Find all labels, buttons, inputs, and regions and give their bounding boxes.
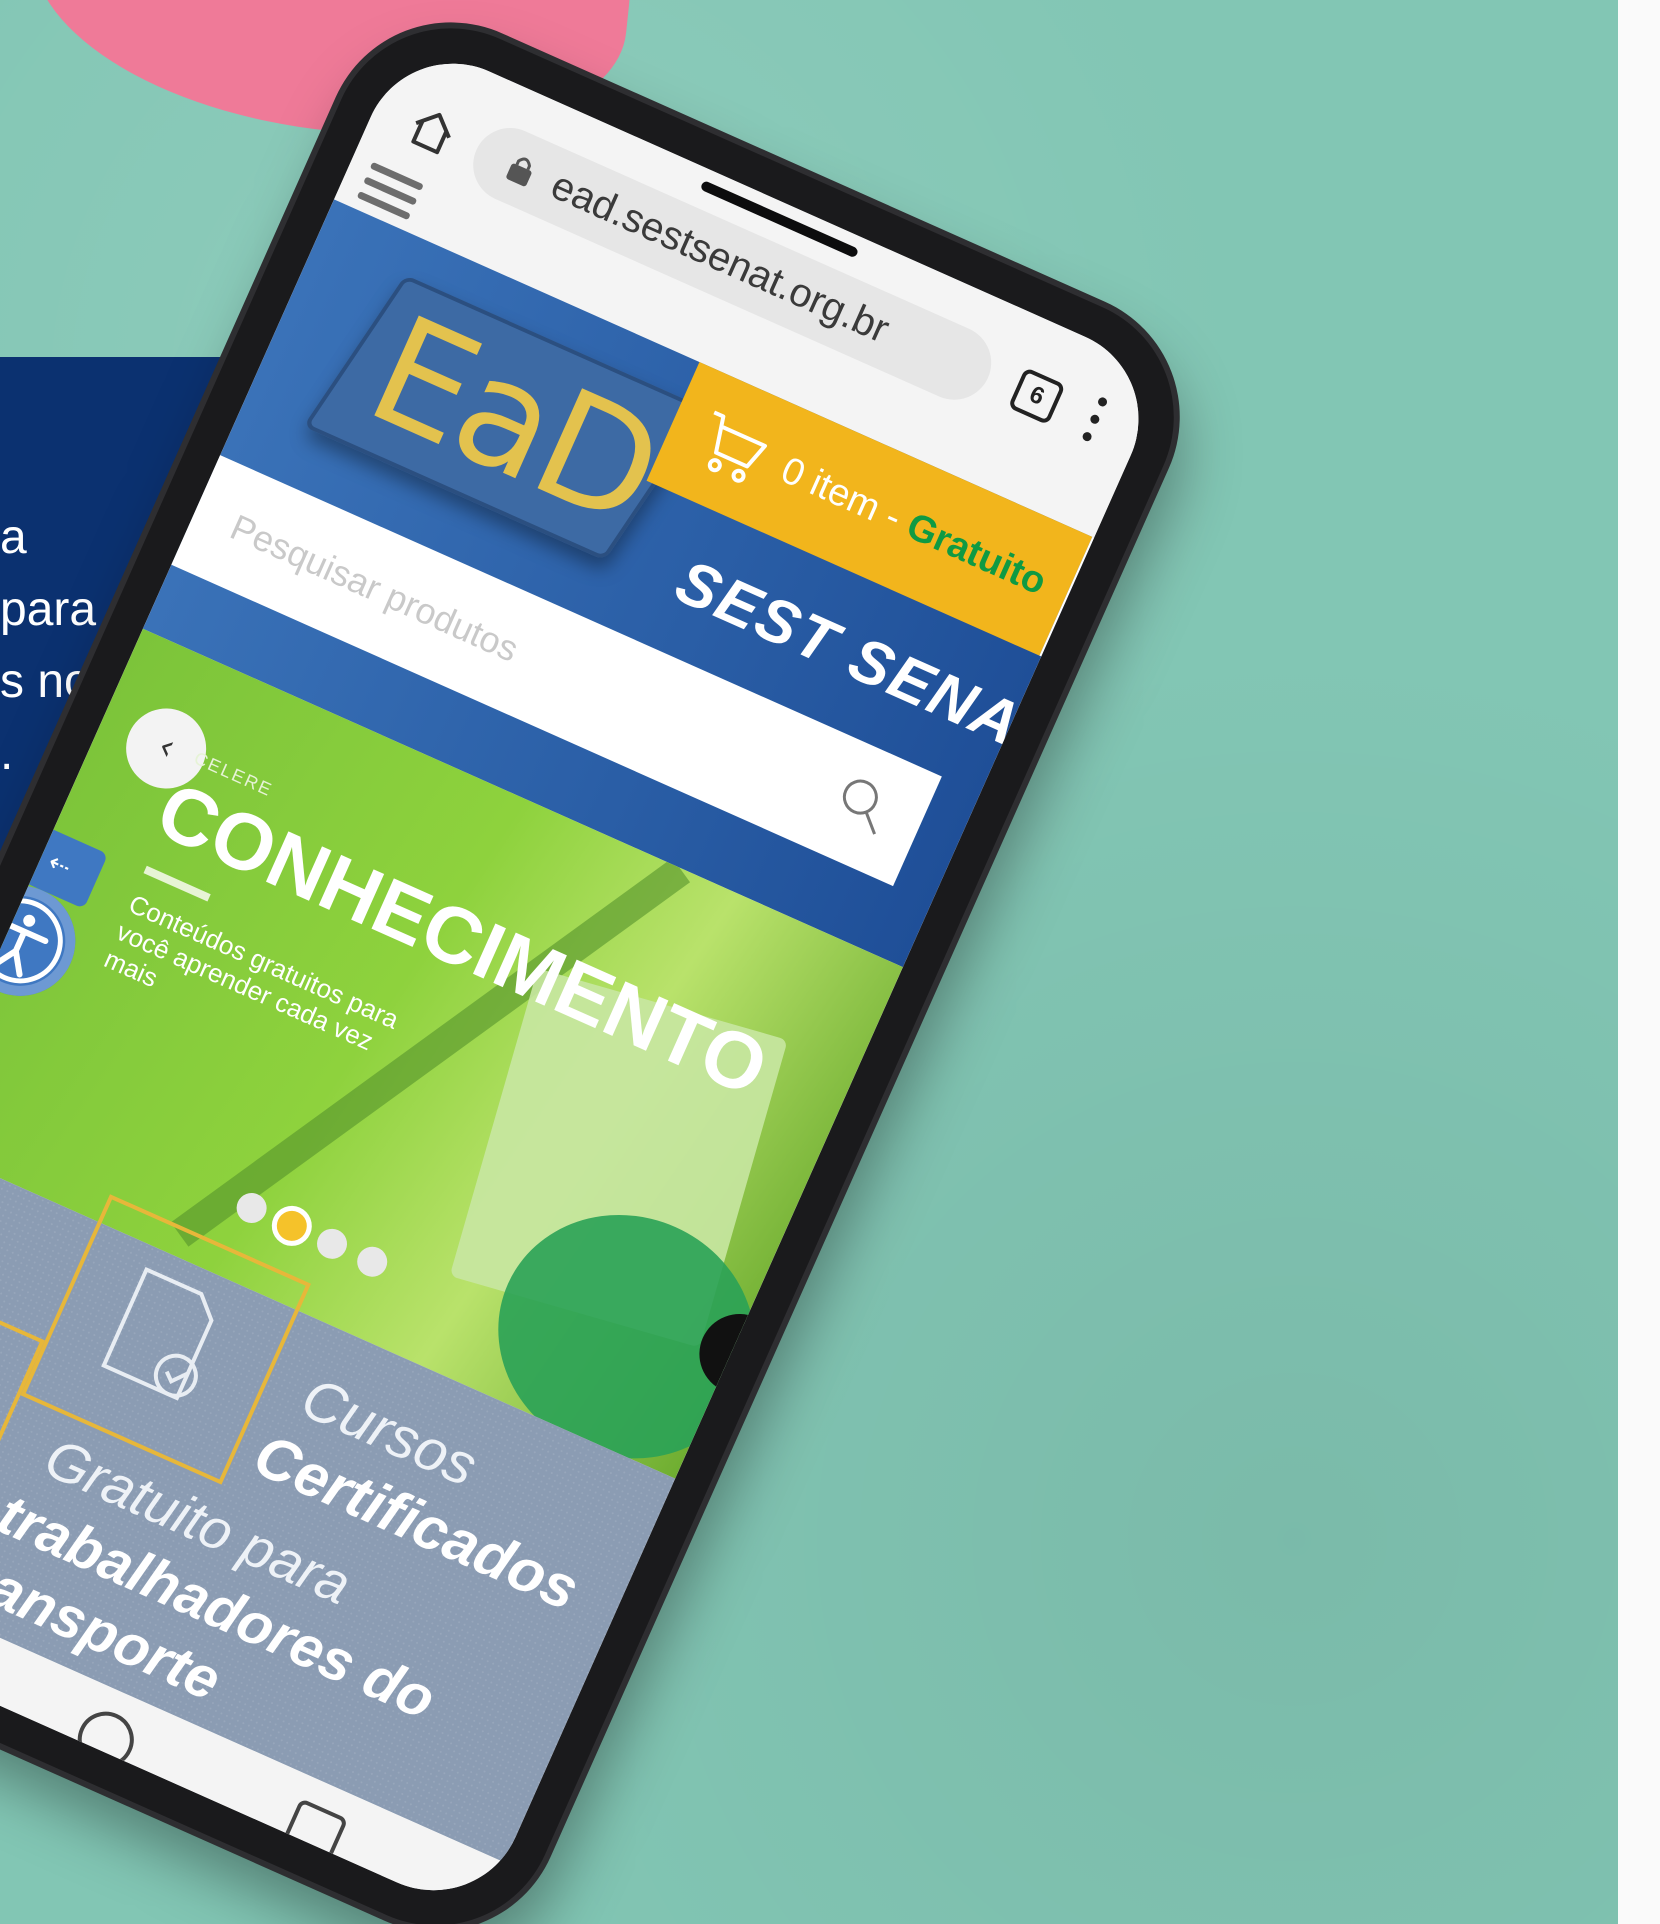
certificate-document-icon [101,1266,214,1401]
white-margin [1618,0,1660,1924]
recent-apps-icon[interactable] [279,1798,349,1867]
cart-free-label: Gratuito [900,505,1053,604]
card-line-2: para [0,583,97,636]
teal-background: a para s no . ead.sestsenat.org.br 6 EaD… [0,0,1618,1924]
cart-icon [707,410,767,483]
carousel-dot-4[interactable] [352,1241,393,1282]
carousel-dot-3[interactable] [312,1224,352,1264]
search-icon[interactable] [825,765,902,842]
home-circle-icon[interactable] [68,1702,143,1777]
browser-menu-icon[interactable] [1077,395,1111,452]
home-icon[interactable] [404,101,462,159]
lock-icon [506,157,532,187]
card-line-4: . [0,727,14,780]
gear-icon [1091,591,1147,647]
phone-screen: ead.sestsenat.org.br 6 EaD 0 item - Grat… [0,34,1168,1920]
smartphone: ead.sestsenat.org.br 6 EaD 0 item - Grat… [0,0,1213,1924]
cart-count: 0 item - [774,449,918,544]
search-placeholder: Pesquisar produtos [224,506,525,670]
carousel-dot-2[interactable] [272,1206,312,1246]
card-line-1: a [0,511,27,564]
bubble-tail [543,0,653,18]
ead-logo-text[interactable]: EaD [346,283,682,560]
tab-count-button[interactable]: 6 [1007,367,1066,426]
